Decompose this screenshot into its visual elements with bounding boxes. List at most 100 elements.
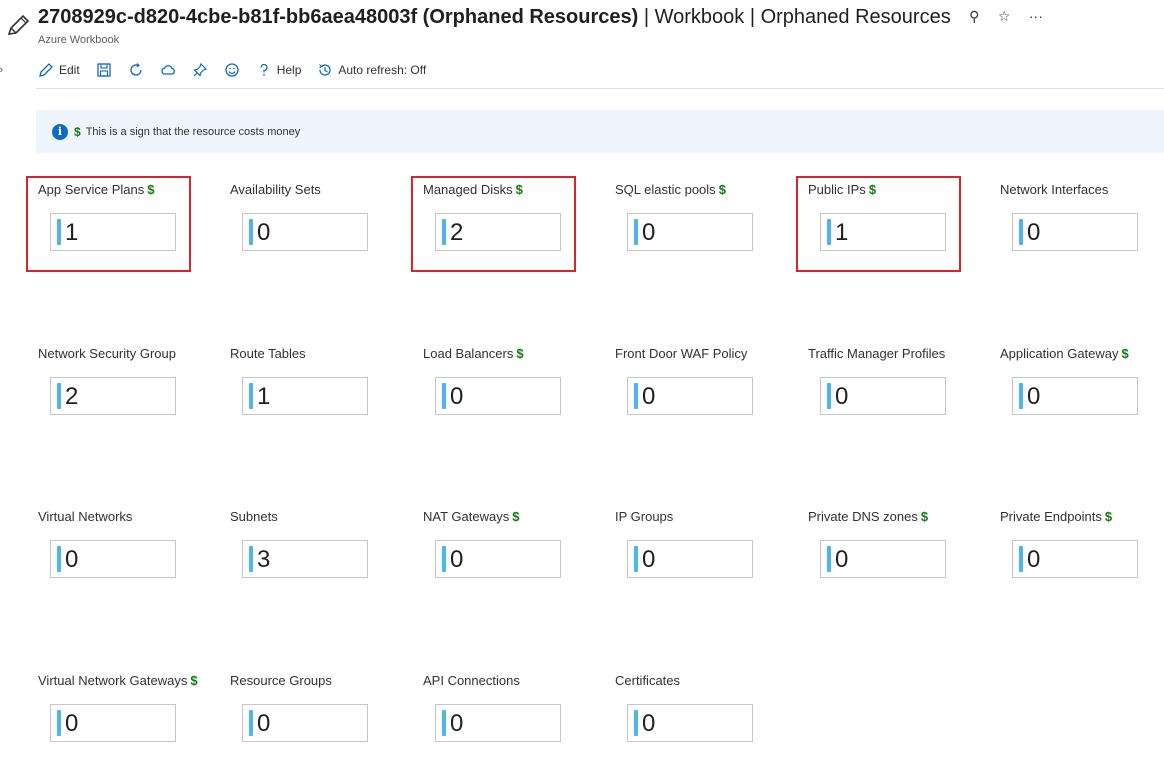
pin-to-dashboard-button[interactable] xyxy=(192,62,208,78)
tile-accent-bar xyxy=(249,383,253,409)
dollar-icon: $ xyxy=(1121,346,1129,361)
tile-value-box[interactable]: 0 xyxy=(627,540,753,578)
tile-label-text: Availability Sets xyxy=(230,182,321,197)
tile-load-balancers[interactable]: Load Balancers $0 xyxy=(421,340,601,440)
tile-value-box[interactable]: 0 xyxy=(50,540,176,578)
tile-label: Network Security Group xyxy=(38,346,176,361)
tile-value-box[interactable]: 0 xyxy=(242,704,368,742)
tile-sql-elastic-pools[interactable]: SQL elastic pools $0 xyxy=(613,176,793,276)
tile-label-text: Network Security Group xyxy=(38,346,176,361)
tile-network-security-group[interactable]: Network Security Group 2 xyxy=(36,340,216,440)
dollar-icon: $ xyxy=(516,346,524,361)
info-banner: i $ This is a sign that the resource cos… xyxy=(36,110,1164,153)
dollar-icon: $ xyxy=(1104,509,1113,524)
tile-value-box[interactable]: 0 xyxy=(1012,540,1138,578)
tile-accent-bar xyxy=(57,546,61,572)
auto-refresh-button[interactable]: Auto refresh: Off xyxy=(317,62,426,78)
tile-api-connections[interactable]: API Connections 0 xyxy=(421,667,601,767)
tile-certificates[interactable]: Certificates 0 xyxy=(613,667,793,767)
tile-value: 0 xyxy=(642,546,656,573)
info-icon: i xyxy=(52,123,68,140)
tile-network-interfaces[interactable]: Network Interfaces 0 xyxy=(998,176,1164,276)
tile-value-box[interactable]: 0 xyxy=(242,213,368,251)
edit-button[interactable]: Edit xyxy=(38,62,80,78)
share-cloud-button[interactable] xyxy=(160,62,176,78)
tile-value: 1 xyxy=(257,383,271,410)
question-icon xyxy=(260,63,268,76)
tile-label: IP Groups xyxy=(615,509,673,524)
save-icon xyxy=(97,63,111,77)
tile-label: NAT Gateways $ xyxy=(423,509,519,524)
tile-route-tables[interactable]: Route Tables 1 xyxy=(228,340,408,440)
tile-availability-sets[interactable]: Availability Sets 0 xyxy=(228,176,408,276)
tile-value-box[interactable]: 1 xyxy=(242,377,368,415)
tile-value-box[interactable]: 0 xyxy=(435,704,561,742)
tile-accent-bar xyxy=(634,383,638,409)
tile-label: Virtual Network Gateways $ xyxy=(38,673,198,688)
save-button[interactable] xyxy=(96,62,112,78)
tile-application-gateway[interactable]: Application Gateway $0 xyxy=(998,340,1164,440)
tile-accent-bar xyxy=(827,383,831,409)
tile-value-box[interactable]: 0 xyxy=(627,213,753,251)
pushpin-icon xyxy=(192,62,207,77)
tile-value-box[interactable]: 0 xyxy=(1012,377,1138,415)
tile-private-dns-zones[interactable]: Private DNS zones $0 xyxy=(806,503,986,603)
tile-label: Private Endpoints $ xyxy=(1000,509,1112,524)
tile-value-box[interactable]: 0 xyxy=(627,704,753,742)
tile-value-box[interactable]: 2 xyxy=(50,377,176,415)
refresh-button[interactable] xyxy=(128,62,144,78)
tile-value-box[interactable]: 3 xyxy=(242,540,368,578)
tile-ip-groups[interactable]: IP Groups 0 xyxy=(613,503,793,603)
tile-value-box[interactable]: 0 xyxy=(1012,213,1138,251)
tile-subnets[interactable]: Subnets 3 xyxy=(228,503,408,603)
tile-virtual-network-gateways[interactable]: Virtual Network Gateways $ 0 xyxy=(36,667,216,767)
tile-value-box[interactable]: 0 xyxy=(820,377,946,415)
tile-label: Availability Sets xyxy=(230,182,321,197)
tile-label-text: Network Interfaces xyxy=(1000,182,1109,197)
tile-front-door-waf-policy[interactable]: Front Door WAF Policy 0 xyxy=(613,340,793,440)
tile-value: 0 xyxy=(450,546,464,573)
tile-label-text: SQL elastic pools xyxy=(615,182,716,197)
tile-accent-bar xyxy=(57,383,61,409)
history-clock-icon xyxy=(319,64,331,76)
favorite-star-icon[interactable]: ☆ xyxy=(998,8,1011,25)
tile-value-box[interactable]: 0 xyxy=(435,540,561,578)
tile-accent-bar xyxy=(442,546,446,572)
tile-virtual-networks[interactable]: Virtual Networks 0 xyxy=(36,503,216,603)
tile-label: Traffic Manager Profiles xyxy=(808,346,945,361)
tile-traffic-manager-profiles[interactable]: Traffic Manager Profiles 0 xyxy=(806,340,986,440)
tile-label: Network Interfaces xyxy=(1000,182,1108,197)
tile-value-box[interactable]: 0 xyxy=(820,540,946,578)
tile-value: 0 xyxy=(1027,383,1041,410)
collapse-chevron-icon[interactable]: » xyxy=(0,64,3,76)
pin-icon[interactable]: ⚲ xyxy=(969,8,979,25)
tile-value-box[interactable]: 0 xyxy=(627,377,753,415)
tile-value: 0 xyxy=(835,546,849,573)
tile-accent-bar xyxy=(1019,546,1023,572)
tile-value-box[interactable]: 0 xyxy=(50,704,176,742)
tile-label-text: Certificates xyxy=(615,673,681,688)
tile-nat-gateways[interactable]: NAT Gateways $ 0 xyxy=(421,503,601,603)
tile-accent-bar xyxy=(827,546,831,572)
tile-label: Route Tables xyxy=(230,346,306,361)
more-options-icon[interactable]: ··· xyxy=(1029,8,1043,24)
tile-accent-bar xyxy=(249,710,253,736)
dollar-icon: $ xyxy=(920,509,929,524)
help-label: Help xyxy=(276,63,302,77)
help-button[interactable]: Help xyxy=(256,62,302,78)
tile-value: 3 xyxy=(257,546,271,573)
tile-label-text: API Connections xyxy=(423,673,520,688)
dollar-icon: $ xyxy=(74,124,81,139)
tile-value-box[interactable]: 0 xyxy=(435,377,561,415)
tile-value: 0 xyxy=(450,383,464,410)
tile-label-text: Subnets xyxy=(230,509,278,524)
tile-label-text: Resource Groups xyxy=(230,673,332,688)
feedback-button[interactable] xyxy=(224,62,240,78)
tile-label-text: Load Balancers xyxy=(423,346,514,361)
tile-private-endpoints[interactable]: Private Endpoints $ 0 xyxy=(998,503,1164,603)
tile-label: Virtual Networks xyxy=(38,509,132,524)
tile-resource-groups[interactable]: Resource Groups 0 xyxy=(228,667,408,767)
tile-label-text: Virtual Network Gateways xyxy=(38,673,188,688)
tile-label-text: Application Gateway xyxy=(1000,346,1119,361)
edit-pencil-icon xyxy=(39,63,53,77)
